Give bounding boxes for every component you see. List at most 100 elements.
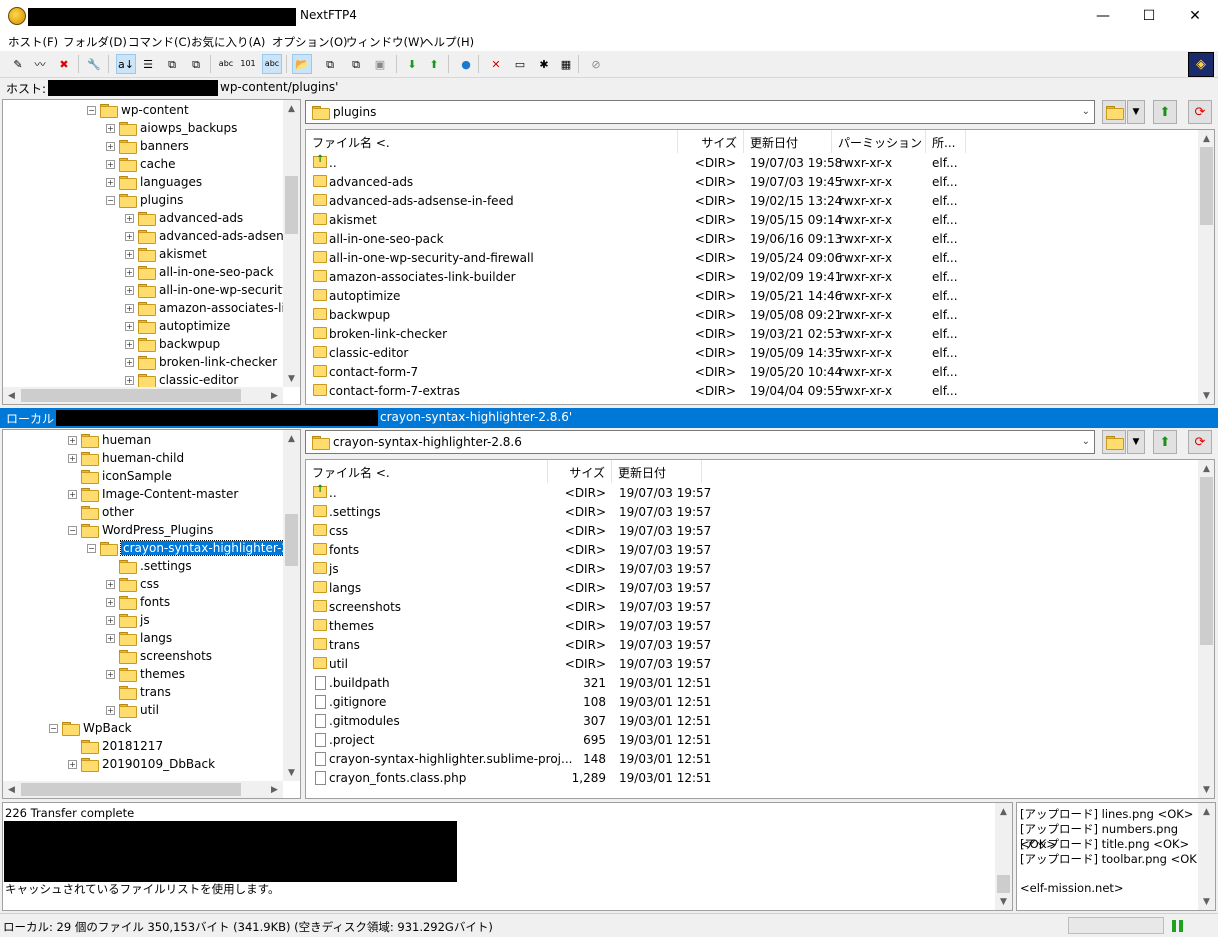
- menu-host[interactable]: ホスト(F): [8, 34, 58, 50]
- menu-favorites[interactable]: お気に入り(A): [191, 34, 265, 50]
- delete-icon[interactable]: ✕: [486, 54, 506, 74]
- expand-icon[interactable]: +: [68, 435, 77, 445]
- col-header-name[interactable]: ファイル名 <.: [306, 460, 548, 483]
- file-row[interactable]: langs <DIR> 19/07/03 19:57: [306, 579, 1214, 598]
- expand-icon[interactable]: +: [125, 375, 134, 385]
- expand-icon[interactable]: +: [125, 231, 134, 241]
- scroll-up-icon[interactable]: ▲: [1198, 130, 1214, 147]
- file-row[interactable]: akismet <DIR> 19/05/15 09:14 rwxr-xr-x elf..…: [306, 211, 1214, 230]
- menu-command[interactable]: コマンド(C): [128, 34, 191, 50]
- scroll-down-icon[interactable]: ▼: [283, 370, 300, 387]
- stop-transfer-icon[interactable]: ▣: [370, 54, 390, 74]
- expand-icon[interactable]: +: [106, 123, 115, 133]
- tree-item[interactable]: + hueman: [68, 431, 151, 449]
- disconnect-icon[interactable]: ✖: [54, 54, 74, 74]
- file-row[interactable]: contact-form-7-extras <DIR> 19/04/04 09:55…: [306, 382, 1214, 401]
- download-icon[interactable]: ⬇: [402, 54, 422, 74]
- maximize-button[interactable]: ☐: [1126, 0, 1172, 32]
- tree-item[interactable]: + broken-link-checker: [125, 353, 277, 371]
- tree-item[interactable]: + Image-Content-master: [68, 485, 238, 503]
- file-row[interactable]: .settings <DIR> 19/07/03 19:57: [306, 503, 1214, 522]
- menu-folder[interactable]: フォルダ(D): [63, 34, 127, 50]
- open-folder-button[interactable]: [1102, 430, 1126, 454]
- tree-item[interactable]: 20181217: [68, 737, 163, 755]
- tree-item[interactable]: + all-in-one-seo-pack: [125, 263, 274, 281]
- mirror-icon[interactable]: ⧉: [320, 54, 340, 74]
- parent-folder-button[interactable]: ⬆: [1153, 430, 1177, 454]
- local-folder-combo[interactable]: crayon-syntax-highlighter-2.8.6 ⌄: [305, 430, 1095, 454]
- tree-item[interactable]: + autoptimize: [125, 317, 230, 335]
- tree-item[interactable]: iconSample: [68, 467, 172, 485]
- col-header-name[interactable]: ファイル名 <.: [306, 130, 678, 153]
- tree-item[interactable]: + amazon-associates-link: [125, 299, 299, 317]
- scroll-up-icon[interactable]: ▲: [1198, 803, 1215, 820]
- host-list-vscroll[interactable]: ▲ ▼: [1198, 130, 1214, 404]
- file-row[interactable]: classic-editor <DIR> 19/05/09 14:35 rwxr-xr…: [306, 344, 1214, 363]
- scroll-thumb[interactable]: [1200, 147, 1213, 225]
- tree-item[interactable]: + langs: [106, 629, 172, 647]
- scroll-up-icon[interactable]: ▲: [283, 430, 300, 447]
- col-header-permission[interactable]: パーミッション: [832, 130, 926, 153]
- tree-item[interactable]: + banners: [106, 137, 189, 155]
- file-row[interactable]: trans <DIR> 19/07/03 19:57: [306, 636, 1214, 655]
- file-row[interactable]: .. <DIR> 19/07/03 19:58rwxr-xr-x elf...: [306, 154, 1214, 173]
- scroll-left-icon[interactable]: ◀: [3, 387, 20, 404]
- expand-icon[interactable]: +: [106, 633, 115, 643]
- binary-mode-icon[interactable]: 101: [238, 54, 258, 74]
- expand-icon[interactable]: +: [106, 579, 115, 589]
- sort-name-icon[interactable]: a↓: [116, 54, 136, 74]
- file-row[interactable]: autoptimize <DIR> 19/05/21 14:46 rwxr-xr-x e…: [306, 287, 1214, 306]
- expand-icon[interactable]: +: [68, 453, 77, 463]
- file-row[interactable]: backwpup <DIR> 19/05/08 09:21 rwxr-xr-x elf.…: [306, 306, 1214, 325]
- file-row[interactable]: broken-link-checker <DIR> 19/03/21 02:53 rw…: [306, 325, 1214, 344]
- settings-icon[interactable]: 🔧: [84, 54, 104, 74]
- file-row[interactable]: fonts <DIR> 19/07/03 19:57: [306, 541, 1214, 560]
- tree-item[interactable]: + hueman-child: [68, 449, 184, 467]
- scroll-down-icon[interactable]: ▼: [1198, 893, 1215, 910]
- scroll-left-icon[interactable]: ◀: [3, 781, 20, 798]
- scroll-down-icon[interactable]: ▼: [1198, 387, 1214, 404]
- file-row[interactable]: amazon-associates-link-builder <DIR> 19/02…: [306, 268, 1214, 287]
- host-tree-vscroll[interactable]: ▲ ▼: [283, 100, 300, 387]
- tree-item[interactable]: + util: [106, 701, 159, 719]
- col-header-size[interactable]: サイズ: [678, 130, 744, 153]
- copy-path-icon[interactable]: ⧉: [162, 54, 182, 74]
- expand-icon[interactable]: +: [106, 669, 115, 679]
- tree-item[interactable]: screenshots: [106, 647, 212, 665]
- tree-item[interactable]: + all-in-one-wp-security-: [125, 281, 293, 299]
- scroll-right-icon[interactable]: ▶: [266, 387, 283, 404]
- expand-icon[interactable]: +: [125, 267, 134, 277]
- expand-icon[interactable]: +: [106, 141, 115, 151]
- host-folder-combo[interactable]: plugins ⌄: [305, 100, 1095, 124]
- file-row[interactable]: .. <DIR> 19/07/03 19:57: [306, 484, 1214, 503]
- expand-icon[interactable]: +: [125, 357, 134, 367]
- tree-item[interactable]: other: [68, 503, 134, 521]
- col-header-size[interactable]: サイズ: [548, 460, 612, 483]
- collapse-icon[interactable]: −: [49, 723, 58, 733]
- tree-item[interactable]: + advanced-ads-adsense: [125, 227, 297, 245]
- expand-icon[interactable]: +: [106, 615, 115, 625]
- refresh-button[interactable]: ⟳: [1188, 100, 1212, 124]
- tree-item[interactable]: + aiowps_backups: [106, 119, 237, 137]
- file-row[interactable]: all-in-one-seo-pack <DIR> 19/06/16 09:13 rw…: [306, 230, 1214, 249]
- menu-help[interactable]: ヘルプ(H): [422, 34, 474, 50]
- scroll-thumb[interactable]: [1200, 477, 1213, 645]
- scroll-up-icon[interactable]: ▲: [1198, 460, 1214, 477]
- file-row[interactable]: advanced-ads-adsense-in-feed <DIR> 19/02/1…: [306, 192, 1214, 211]
- tree-item[interactable]: − crayon-syntax-highlighter-2.8.: [87, 539, 300, 557]
- tree-item[interactable]: +20190109_DbBack: [68, 755, 215, 773]
- rename-icon[interactable]: ▭: [510, 54, 530, 74]
- refresh-button[interactable]: ⟳: [1188, 430, 1212, 454]
- scroll-thumb[interactable]: [21, 389, 241, 402]
- scroll-down-icon[interactable]: ▼: [995, 893, 1012, 910]
- compare-icon[interactable]: ⧉: [346, 54, 366, 74]
- file-row[interactable]: util <DIR> 19/07/03 19:57: [306, 655, 1214, 674]
- cancel-icon[interactable]: ⊘: [586, 54, 606, 74]
- upload-icon[interactable]: ⬆: [424, 54, 444, 74]
- open-folder-dropdown[interactable]: ▼: [1127, 100, 1145, 124]
- expand-icon[interactable]: +: [125, 213, 134, 223]
- minimize-button[interactable]: —: [1080, 0, 1126, 32]
- expand-icon[interactable]: +: [125, 303, 134, 313]
- tree-item[interactable]: − wp-content: [87, 101, 189, 119]
- close-button[interactable]: ✕: [1172, 0, 1218, 32]
